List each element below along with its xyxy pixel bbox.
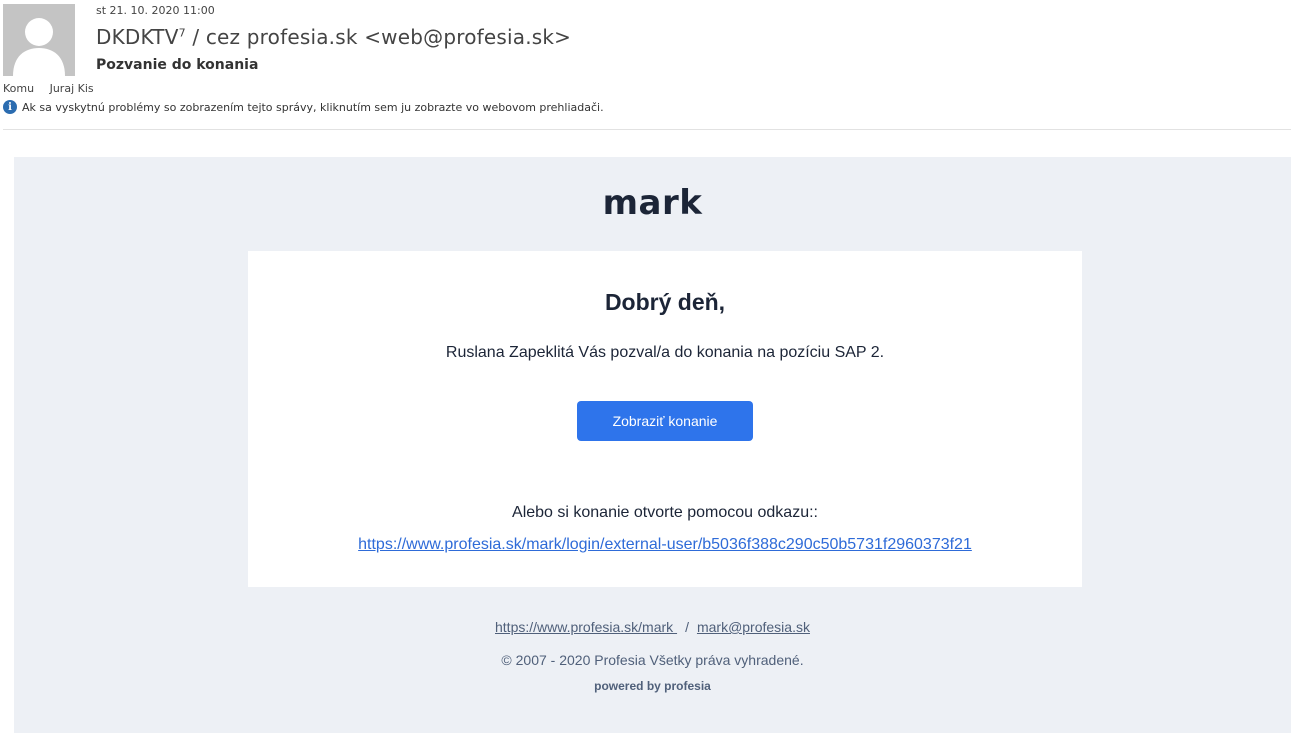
recipient-name[interactable]: Juraj Kis	[50, 82, 94, 95]
content-card: Dobrý deň, Ruslana Zapeklitá Vás pozval/…	[248, 251, 1082, 587]
footer-site-link[interactable]: https://www.profesia.sk/mark	[495, 619, 677, 635]
show-proceeding-button[interactable]: Zobraziť konanie	[577, 401, 753, 441]
sender-address: / cez profesia.sk <web@profesia.sk>	[185, 25, 572, 49]
recipient-row: Komu Juraj Kis	[3, 82, 94, 95]
email-body: mark Dobrý deň, Ruslana Zapeklitá Vás po…	[14, 157, 1291, 733]
footer-copyright: © 2007 - 2020 Profesia Všetky práva vyhr…	[501, 652, 804, 668]
info-icon: i	[3, 100, 17, 114]
message-header: st 21. 10. 2020 11:00 DKDKTV7 / cez prof…	[0, 0, 1291, 130]
invite-text: Ruslana Zapeklitá Vás pozval/a do konani…	[445, 344, 885, 361]
message-subject: Pozvanie do konania	[96, 57, 259, 73]
powered-by: powered by profesia	[594, 679, 711, 693]
proceeding-link[interactable]: https://www.profesia.sk/mark/login/exter…	[248, 536, 1082, 554]
greeting-heading: Dobrý deň,	[604, 289, 726, 315]
footer-email-link[interactable]: mark@profesia.sk	[697, 619, 810, 635]
alternative-text: Alebo si konanie otvorte pomocou odkazu:…	[512, 504, 818, 521]
footer-links: https://www.profesia.sk/mark / mark@profe…	[14, 619, 1291, 635]
sender-badge: 7	[178, 26, 186, 40]
sender-name: DKDKTV	[96, 25, 179, 49]
footer-separator: /	[685, 619, 689, 635]
to-label: Komu	[3, 82, 35, 95]
header-divider	[3, 129, 1291, 130]
info-text: Ak sa vyskytnú problémy so zobrazením te…	[22, 100, 604, 114]
person-placeholder-icon	[3, 4, 75, 76]
message-sender[interactable]: DKDKTV7 / cez profesia.sk <web@profesia.…	[96, 25, 571, 49]
mark-logo: mark	[602, 183, 703, 223]
view-in-browser-notice[interactable]: i Ak sa vyskytnú problémy so zobrazením …	[3, 100, 604, 114]
sender-avatar	[3, 4, 75, 76]
message-date: st 21. 10. 2020 11:00	[96, 4, 215, 17]
